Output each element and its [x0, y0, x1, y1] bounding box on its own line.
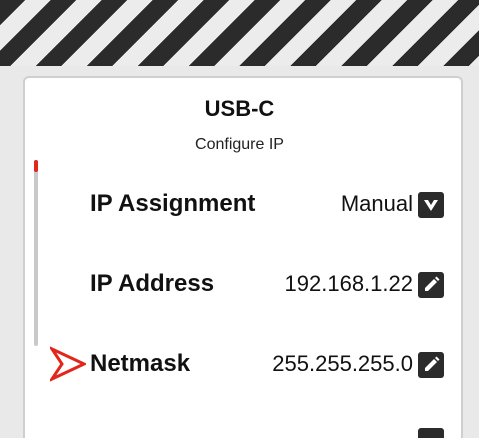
- ip-address-label: IP Address: [90, 270, 215, 297]
- next-row-button-partial[interactable]: [418, 428, 444, 438]
- netmask-value: 255.255.255.0: [272, 351, 413, 376]
- netmask-row[interactable]: Netmask 255.255.255.0: [0, 344, 479, 384]
- ip-assignment-label: IP Assignment: [90, 190, 256, 217]
- pencil-icon: [425, 276, 440, 291]
- ip-address-row[interactable]: IP Address 192.168.1.22: [0, 264, 479, 304]
- netmask-label: Netmask: [90, 350, 191, 377]
- netmask-edit-button[interactable]: [418, 352, 444, 378]
- hazard-stripe-banner: [0, 0, 479, 66]
- ip-assignment-dropdown-button[interactable]: [418, 192, 444, 218]
- dropdown-arrow-icon: [424, 200, 438, 211]
- pencil-icon: [425, 356, 440, 371]
- ip-address-value: 192.168.1.22: [284, 271, 413, 296]
- scrollbar-thumb[interactable]: [34, 160, 38, 172]
- ip-assignment-row[interactable]: IP Assignment Manual: [0, 184, 479, 224]
- page-title: USB-C: [204, 96, 275, 121]
- ip-address-edit-button[interactable]: [418, 272, 444, 298]
- page-subtitle: Configure IP: [195, 136, 284, 153]
- ip-assignment-value: Manual: [340, 191, 413, 216]
